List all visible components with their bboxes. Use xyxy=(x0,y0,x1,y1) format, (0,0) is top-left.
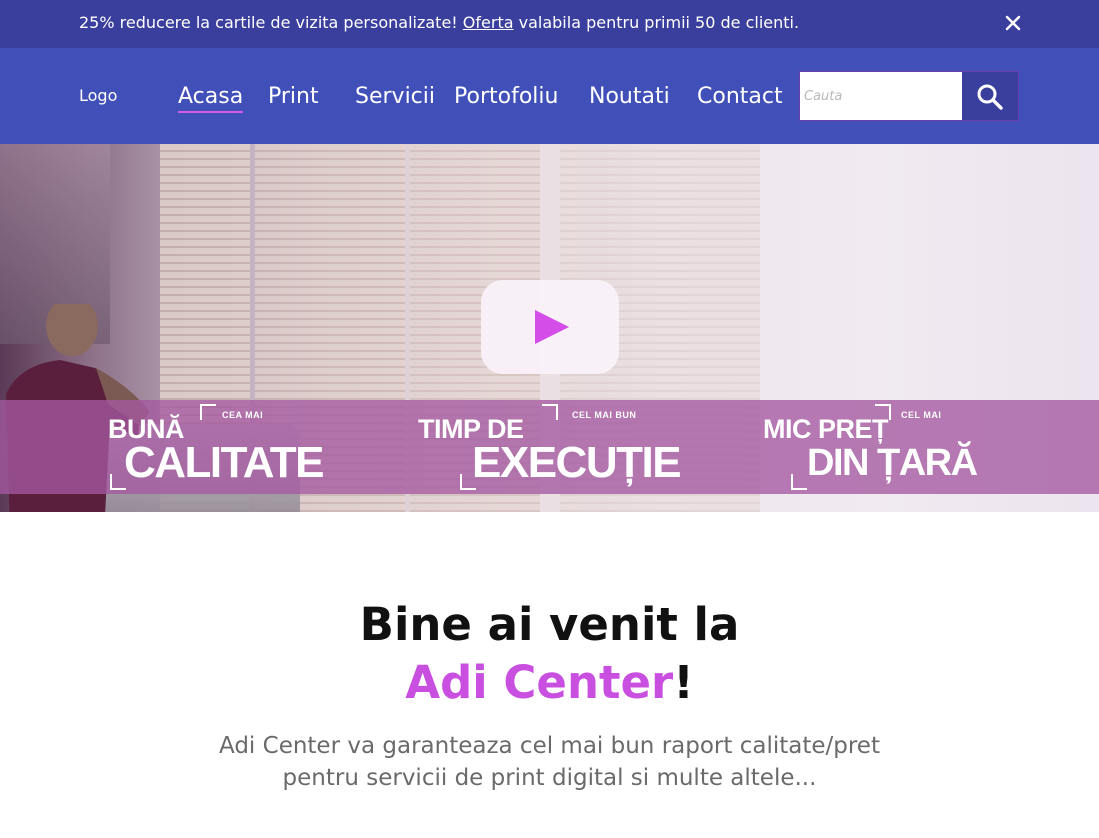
welcome-section: Bine ai venit la Adi Center! Adi Center v… xyxy=(0,596,1099,794)
bracket-decoration xyxy=(460,474,476,490)
hero-label-small: CEL MAI BUN xyxy=(572,410,637,420)
nav-item-print[interactable]: Print xyxy=(268,83,319,111)
hero-video[interactable]: CEA MAI BUNĂ CALITATE CEL MAI BUN TIMP D… xyxy=(0,144,1099,512)
hero-label-quality: CEA MAI BUNĂ CALITATE xyxy=(108,404,348,490)
nav-item-servicii[interactable]: Servicii xyxy=(355,83,435,111)
welcome-description: Adi Center va garanteaza cel mai bun rap… xyxy=(219,733,880,791)
hero-label-line2: DIN ȚARĂ xyxy=(807,442,978,484)
promo-bar: 25% reducere la cartile de vizita person… xyxy=(0,0,1099,48)
bracket-decoration xyxy=(791,474,807,490)
bracket-decoration xyxy=(110,474,126,490)
play-icon xyxy=(535,310,569,344)
bracket-decoration xyxy=(542,404,558,420)
hero-label-small: CEL MAI xyxy=(901,410,942,420)
nav-item-noutati[interactable]: Noutati xyxy=(589,83,670,111)
promo-text-before: 25% reducere la cartile de vizita person… xyxy=(79,13,463,32)
welcome-title-exclamation: ! xyxy=(673,656,694,709)
hero-label-line2: CALITATE xyxy=(124,438,325,487)
bracket-decoration xyxy=(200,404,216,420)
close-icon[interactable] xyxy=(1002,12,1024,34)
site-header: Logo Acasa Print Servicii Portofoliu Nou… xyxy=(0,48,1099,144)
hero-label-small: CEA MAI xyxy=(222,410,264,420)
promo-text-after: valabila pentru primii 50 de clienti. xyxy=(513,13,800,32)
promo-offer-link[interactable]: Oferta xyxy=(463,13,514,32)
promo-text: 25% reducere la cartile de vizita person… xyxy=(79,12,799,34)
search-button[interactable] xyxy=(962,72,1018,120)
nav-item-acasa[interactable]: Acasa xyxy=(178,83,244,113)
welcome-title-line1: Bine ai venit la xyxy=(359,598,740,651)
hero-label-line1: MIC PREȚ xyxy=(763,414,889,444)
search-icon xyxy=(977,84,1003,110)
hero-label-line2: EXECUȚIE xyxy=(472,438,682,487)
nav-item-portofoliu[interactable]: Portofoliu xyxy=(454,83,558,111)
hero-label-price: CEL MAI MIC PREȚ DIN ȚARĂ xyxy=(763,404,1003,490)
brand-name: Adi Center xyxy=(405,656,674,709)
search-input[interactable] xyxy=(800,72,962,120)
play-button[interactable] xyxy=(481,280,619,374)
hero-label-execution: CEL MAI BUN TIMP DE EXECUȚIE xyxy=(418,404,698,490)
search-box xyxy=(799,71,1019,121)
welcome-title: Bine ai venit la Adi Center! xyxy=(0,596,1099,712)
bracket-decoration xyxy=(875,404,891,420)
logo[interactable]: Logo xyxy=(79,86,117,106)
nav-item-contact[interactable]: Contact xyxy=(697,83,783,111)
